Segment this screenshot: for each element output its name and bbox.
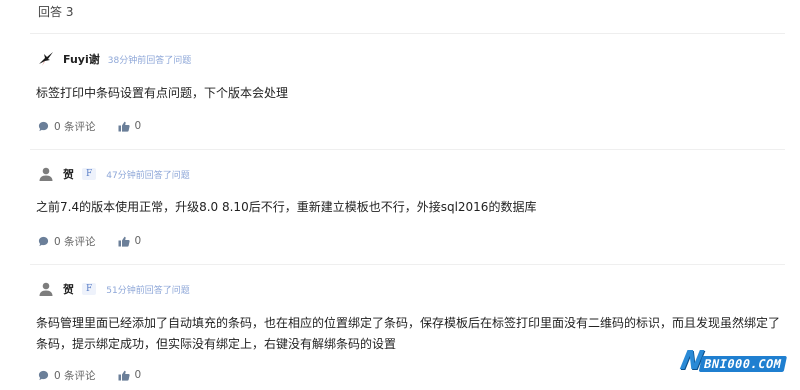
thumbs-up-icon — [118, 236, 130, 247]
author-name[interactable]: 贺 — [63, 281, 74, 297]
header-divider — [30, 33, 785, 34]
like-button[interactable]: 0 — [118, 369, 142, 381]
comment-count: 0 条评论 — [54, 369, 96, 382]
author-name[interactable]: Fuyi谢 — [63, 51, 100, 67]
answer-content: 条码管理里面已经添加了自动填充的条码，也在相应的位置绑定了条码，保存模板后在标签… — [36, 316, 781, 351]
answer-time: 38分钟前回答了问题 — [107, 55, 192, 66]
watermark-text: BNI000.COM — [698, 356, 788, 372]
like-count: 0 — [134, 369, 142, 381]
answer-divider — [30, 264, 785, 265]
like-button[interactable]: 0 — [118, 235, 142, 247]
answer-item: 贺 F 51分钟前回答了问题 条码管理里面已经添加了自动填充的条码，也在相应的位… — [30, 279, 785, 390]
comment-button[interactable]: 0 条评论 — [38, 368, 96, 383]
like-count: 0 — [134, 235, 142, 247]
answer-content: 之前7.4的版本使用正常，升级8.0 8.10后不行，重新建立模板也不行，外接s… — [36, 200, 537, 214]
user-silhouette-icon[interactable] — [38, 281, 54, 297]
comment-bubble-icon — [38, 121, 49, 131]
answer-actions: 0 条评论 0 — [38, 234, 141, 248]
answer-meta: 贺 F 47分钟前回答了问题 — [38, 165, 190, 183]
answer-time: 47分钟前回答了问题 — [106, 170, 190, 181]
like-count: 0 — [134, 120, 142, 132]
user-silhouette-icon[interactable] — [38, 166, 54, 182]
thumbs-up-icon — [118, 370, 130, 381]
answer-time: 51分钟前回答了问题 — [106, 285, 190, 296]
like-button[interactable]: 0 — [118, 120, 142, 132]
comment-button[interactable]: 0 条评论 — [38, 119, 96, 134]
answer-actions: 0 条评论 0 — [38, 368, 141, 382]
user-level-badge: F — [82, 168, 97, 180]
comment-bubble-icon — [38, 370, 49, 380]
answer-meta: 贺 F 51分钟前回答了问题 — [38, 280, 190, 298]
answer-meta: Fuyi谢 38分钟前回答了问题 — [38, 50, 191, 68]
answer-item: Fuyi谢 38分钟前回答了问题 标签打印中条码设置有点问题，下个版本会处理 0… — [30, 48, 785, 148]
user-level-badge: F — [82, 283, 97, 295]
comment-count: 0 条评论 — [54, 120, 96, 133]
answer-content: 标签打印中条码设置有点问题，下个版本会处理 — [36, 86, 289, 100]
comment-button[interactable]: 0 条评论 — [38, 234, 96, 249]
answers-count-header: 回答 3 — [38, 5, 74, 19]
answer-item: 贺 F 47分钟前回答了问题 之前7.4的版本使用正常，升级8.0 8.10后不… — [30, 164, 785, 264]
thumbs-up-icon — [118, 121, 130, 132]
author-name[interactable]: 贺 — [63, 166, 74, 182]
comment-count: 0 条评论 — [54, 235, 96, 248]
swallow-logo-icon[interactable] — [38, 51, 54, 67]
answer-divider — [30, 149, 785, 150]
site-watermark-logo: N BNI000.COM — [678, 346, 789, 376]
answer-actions: 0 条评论 0 — [38, 119, 141, 133]
comment-bubble-icon — [38, 236, 49, 246]
